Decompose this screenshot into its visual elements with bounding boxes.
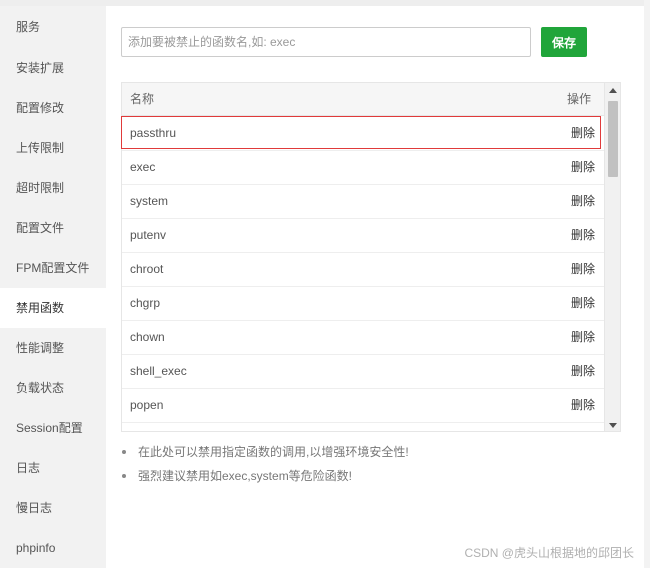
sidebar-item-load-status[interactable]: 负载状态 bbox=[0, 368, 106, 408]
delete-button[interactable]: 删除 bbox=[571, 253, 595, 286]
sidebar-item-upload-limit[interactable]: 上传限制 bbox=[0, 128, 106, 168]
sidebar-item-slow-log[interactable]: 慢日志 bbox=[0, 488, 106, 528]
table-row: chgrp 删除 bbox=[122, 287, 605, 321]
sidebar-item-install-extension[interactable]: 安装扩展 bbox=[0, 48, 106, 88]
window-right-border bbox=[644, 0, 650, 568]
delete-button[interactable]: 删除 bbox=[571, 389, 595, 422]
delete-button[interactable]: 删除 bbox=[571, 151, 595, 184]
function-name: passthru bbox=[130, 126, 177, 140]
tip-text: 在此处可以禁用指定函数的调用,以增强环境安全性! bbox=[138, 445, 409, 459]
function-name: putenv bbox=[130, 228, 167, 242]
sidebar-item-session-config[interactable]: Session配置 bbox=[0, 408, 106, 448]
function-name: chgrp bbox=[130, 296, 161, 310]
tip-text: 强烈建议禁用如exec,system等危险函数! bbox=[138, 469, 353, 483]
function-name: exec bbox=[130, 160, 156, 174]
table-row: chown 删除 bbox=[122, 321, 605, 355]
table-scrollbar[interactable] bbox=[604, 83, 620, 431]
scrollbar-thumb[interactable] bbox=[608, 101, 618, 177]
bullet-icon bbox=[122, 474, 126, 478]
table-header: 名称 操作 bbox=[122, 83, 605, 116]
delete-button[interactable]: 删除 bbox=[571, 117, 595, 150]
sidebar-item-service[interactable]: 服务 bbox=[0, 6, 106, 48]
sidebar-item-config-file[interactable]: 配置文件 bbox=[0, 208, 106, 248]
bullet-icon bbox=[122, 450, 126, 454]
column-header-name: 名称 bbox=[130, 92, 155, 106]
function-name: system bbox=[130, 194, 169, 208]
table-row: popen 删除 bbox=[122, 389, 605, 423]
sidebar-item-config-edit[interactable]: 配置修改 bbox=[0, 88, 106, 128]
sidebar-item-timeout-limit[interactable]: 超时限制 bbox=[0, 168, 106, 208]
delete-button[interactable]: 删除 bbox=[571, 219, 595, 252]
table-row: exec 删除 bbox=[122, 151, 605, 185]
table-row: shell_exec 删除 bbox=[122, 355, 605, 389]
table-row: chroot 删除 bbox=[122, 253, 605, 287]
sidebar-item-log[interactable]: 日志 bbox=[0, 448, 106, 488]
delete-button[interactable]: 删除 bbox=[571, 321, 595, 354]
sidebar: 服务 安装扩展 配置修改 上传限制 超时限制 配置文件 FPM配置文件 禁用函数… bbox=[0, 6, 106, 568]
scroll-down-arrow-icon[interactable] bbox=[609, 423, 617, 428]
delete-button[interactable]: 删除 bbox=[571, 355, 595, 388]
watermark: CSDN @虎头山根据地的邱团长 bbox=[464, 546, 634, 560]
table-row: passthru 删除 bbox=[122, 117, 605, 151]
main-panel: 保存 名称 操作 passthru 删除 exec 删除 system 删除 p… bbox=[106, 6, 644, 568]
sidebar-item-disabled-functions[interactable]: 禁用函数 bbox=[0, 288, 106, 328]
function-name: chown bbox=[130, 330, 165, 344]
column-header-action: 操作 bbox=[566, 92, 591, 106]
save-button[interactable]: 保存 bbox=[541, 27, 587, 57]
function-name: shell_exec bbox=[130, 364, 187, 378]
sidebar-item-performance[interactable]: 性能调整 bbox=[0, 328, 106, 368]
table-row bbox=[122, 423, 605, 431]
sidebar-item-phpinfo[interactable]: phpinfo bbox=[0, 528, 106, 568]
tip-item: 在此处可以禁用指定函数的调用,以增强环境安全性! bbox=[121, 440, 621, 464]
table-body: passthru 删除 exec 删除 system 删除 putenv 删除 … bbox=[122, 117, 605, 431]
function-name: chroot bbox=[130, 262, 164, 276]
sidebar-item-fpm-config[interactable]: FPM配置文件 bbox=[0, 248, 106, 288]
scroll-up-arrow-icon[interactable] bbox=[609, 88, 617, 93]
function-name-input[interactable] bbox=[121, 27, 531, 57]
disabled-functions-table: 名称 操作 passthru 删除 exec 删除 system 删除 pute… bbox=[121, 82, 621, 432]
delete-button[interactable]: 删除 bbox=[571, 287, 595, 320]
tips-list: 在此处可以禁用指定函数的调用,以增强环境安全性! 强烈建议禁用如exec,sys… bbox=[121, 440, 621, 488]
delete-button[interactable]: 删除 bbox=[571, 185, 595, 218]
function-name: popen bbox=[130, 398, 164, 412]
table-row: system 删除 bbox=[122, 185, 605, 219]
table-row: putenv 删除 bbox=[122, 219, 605, 253]
tip-item: 强烈建议禁用如exec,system等危险函数! bbox=[121, 464, 621, 488]
